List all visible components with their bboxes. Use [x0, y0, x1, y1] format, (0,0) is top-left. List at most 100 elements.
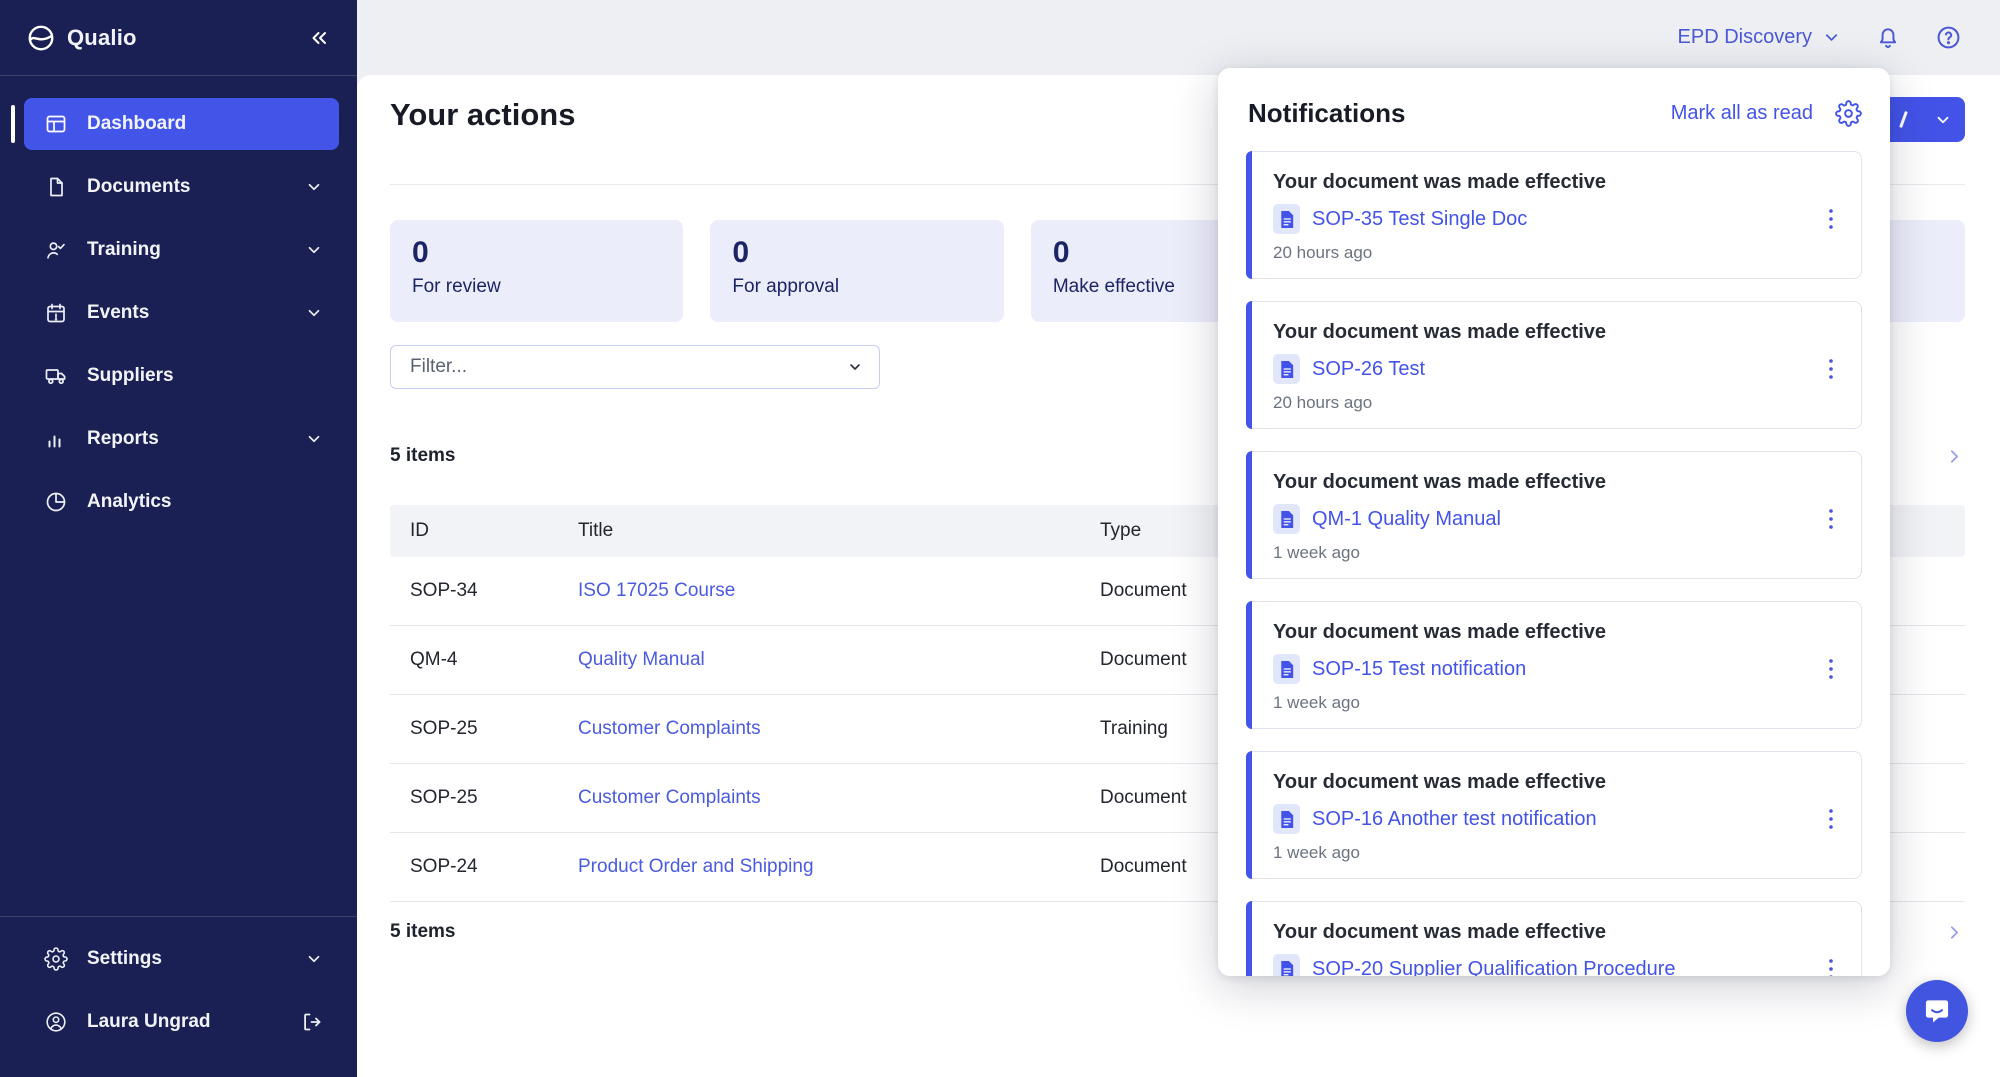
kebab-menu-icon[interactable]	[1823, 807, 1839, 831]
sidebar-item-reports[interactable]: Reports	[24, 413, 339, 465]
column-header-title: Title	[578, 520, 1100, 542]
dashboard-icon	[44, 112, 68, 136]
document-icon	[1273, 654, 1300, 684]
filter-input[interactable]	[408, 355, 847, 379]
filter-dropdown[interactable]	[390, 345, 880, 389]
sidebar-user[interactable]: Laura Ungrad	[24, 996, 339, 1048]
notification-document-link[interactable]: SOP-26 Test	[1312, 358, 1811, 381]
column-header-id: ID	[390, 520, 578, 542]
notification-card[interactable]: Your document was made effective SOP-20 …	[1246, 901, 1862, 976]
notification-document-link[interactable]: QM-1 Quality Manual	[1312, 508, 1811, 531]
sidebar: Qualio Dashboard	[0, 0, 357, 1077]
stat-value: 0	[412, 235, 661, 271]
sidebar-item-documents[interactable]: Documents	[24, 161, 339, 213]
qualio-logo-icon	[26, 23, 56, 53]
sidebar-item-label: Analytics	[87, 491, 171, 513]
notification-document-link[interactable]: SOP-16 Another test notification	[1312, 808, 1811, 831]
notification-time: 1 week ago	[1273, 543, 1839, 563]
document-icon	[1273, 804, 1300, 834]
notification-title: Your document was made effective	[1273, 918, 1839, 946]
sidebar-item-analytics[interactable]: Analytics	[24, 476, 339, 528]
document-title-link[interactable]: Customer Complaints	[578, 718, 761, 739]
sidebar-item-settings[interactable]: Settings	[24, 933, 339, 985]
workspace-switcher[interactable]: EPD Discovery	[1678, 26, 1841, 49]
notification-document-link[interactable]: SOP-15 Test notification	[1312, 658, 1811, 681]
bell-icon[interactable]	[1875, 25, 1901, 51]
notification-time: 1 week ago	[1273, 693, 1839, 713]
notification-card[interactable]: Your document was made effective SOP-26 …	[1246, 301, 1862, 429]
kebab-menu-icon[interactable]	[1823, 957, 1839, 976]
notification-card[interactable]: Your document was made effective QM-1 Qu…	[1246, 451, 1862, 579]
document-icon	[1273, 504, 1300, 534]
notification-document-link[interactable]: SOP-35 Test Single Doc	[1312, 208, 1811, 231]
notification-card[interactable]: Your document was made effective SOP-16 …	[1246, 751, 1862, 879]
mark-all-as-read-link[interactable]: Mark all as read	[1671, 102, 1813, 125]
bar-chart-icon	[44, 427, 68, 451]
chevron-down-icon	[1934, 111, 1952, 129]
logout-icon[interactable]	[299, 1010, 323, 1034]
notification-card[interactable]: Your document was made effective SOP-15 …	[1246, 601, 1862, 729]
cell-id: SOP-24	[390, 856, 578, 878]
sidebar-item-label: Settings	[87, 948, 162, 970]
notification-time: 20 hours ago	[1273, 393, 1839, 413]
document-title-link[interactable]: Product Order and Shipping	[578, 856, 814, 877]
notifications-list: Your document was made effective SOP-35 …	[1218, 149, 1890, 976]
document-icon	[1273, 354, 1300, 384]
kebab-menu-icon[interactable]	[1823, 207, 1839, 231]
kebab-menu-icon[interactable]	[1823, 657, 1839, 681]
chevron-down-icon	[305, 950, 323, 968]
stat-label: For approval	[732, 276, 981, 298]
help-icon[interactable]	[1935, 24, 1962, 51]
document-title-link[interactable]: Quality Manual	[578, 649, 705, 670]
cell-id: SOP-25	[390, 787, 578, 809]
sidebar-collapse-button[interactable]	[307, 26, 331, 50]
stat-label: For review	[412, 276, 661, 298]
truck-icon	[44, 364, 68, 388]
chevron-down-icon	[847, 359, 863, 375]
chat-bubble-icon	[1921, 995, 1953, 1027]
app-root: Qualio Dashboard	[0, 0, 2000, 1077]
training-icon	[44, 238, 68, 262]
app-logo-text: Qualio	[67, 25, 137, 51]
notification-title: Your document was made effective	[1273, 168, 1839, 196]
chat-launcher-button[interactable]	[1906, 980, 1968, 1042]
kebab-menu-icon[interactable]	[1823, 357, 1839, 381]
sidebar-item-dashboard[interactable]: Dashboard	[24, 98, 339, 150]
document-icon	[44, 175, 68, 199]
user-avatar-icon	[44, 1010, 68, 1034]
pie-chart-icon	[44, 490, 68, 514]
document-title-link[interactable]: ISO 17025 Course	[578, 580, 735, 601]
stat-card[interactable]: 0 For review	[390, 220, 683, 322]
chevron-down-icon	[305, 430, 323, 448]
user-name: Laura Ungrad	[87, 1011, 211, 1033]
notifications-header: Notifications Mark all as read	[1218, 68, 1890, 149]
sidebar-item-training[interactable]: Training	[24, 224, 339, 276]
notification-title: Your document was made effective	[1273, 618, 1839, 646]
sidebar-item-label: Suppliers	[87, 365, 174, 387]
sidebar-item-events[interactable]: Events	[24, 287, 339, 339]
sidebar-footer: Settings Laura Ungrad	[0, 916, 357, 1077]
document-title-link[interactable]: Customer Complaints	[578, 787, 761, 808]
notification-settings-gear-icon[interactable]	[1835, 100, 1862, 127]
notification-title: Your document was made effective	[1273, 768, 1839, 796]
next-page-icon[interactable]	[1944, 922, 1965, 943]
notification-document-link[interactable]: SOP-20 Supplier Qualification Procedure	[1312, 958, 1811, 977]
chevron-down-icon	[1822, 28, 1841, 47]
next-page-icon[interactable]	[1944, 446, 1965, 467]
items-count: 5 items	[390, 445, 455, 467]
sidebar-nav: Dashboard Documents	[0, 76, 357, 539]
topbar: EPD Discovery	[357, 0, 2000, 75]
calendar-icon	[44, 301, 68, 325]
sidebar-item-suppliers[interactable]: Suppliers	[24, 350, 339, 402]
notification-title: Your document was made effective	[1273, 318, 1839, 346]
notification-card[interactable]: Your document was made effective SOP-35 …	[1246, 151, 1862, 279]
sidebar-header: Qualio	[0, 0, 357, 76]
kebab-menu-icon[interactable]	[1823, 507, 1839, 531]
chevron-down-icon	[305, 241, 323, 259]
workspace-name: EPD Discovery	[1678, 26, 1812, 49]
notification-time: 20 hours ago	[1273, 243, 1839, 263]
sidebar-item-label: Documents	[87, 176, 190, 198]
stat-card[interactable]: 0 For approval	[710, 220, 1003, 322]
notification-title: Your document was made effective	[1273, 468, 1839, 496]
sidebar-item-label: Dashboard	[87, 113, 186, 135]
